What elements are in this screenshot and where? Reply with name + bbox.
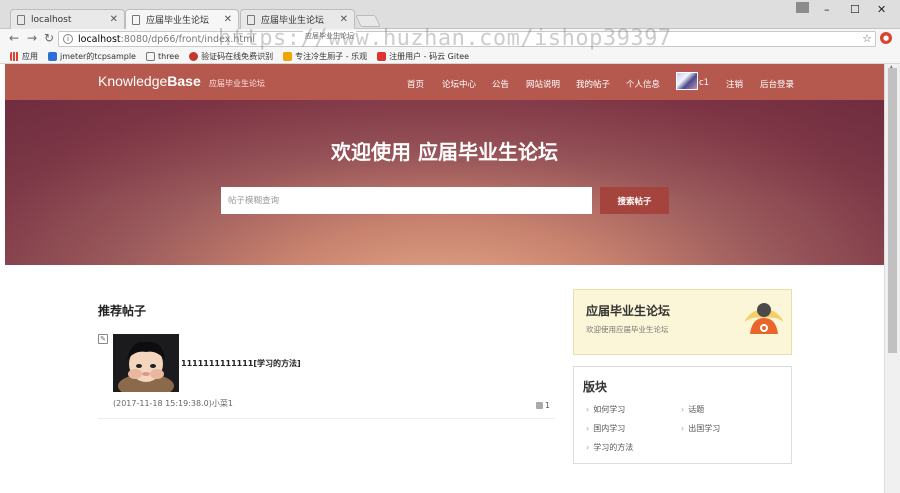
forum-card-title: 应届毕业生论坛 [586,304,671,318]
like-button[interactable]: 1 [536,401,550,410]
bookmark-three[interactable]: three [145,51,180,61]
new-tab-button[interactable] [355,15,381,27]
bookmark-jmeter[interactable]: jmeter的tcpsample [48,51,136,62]
boards-card: 版块 如何学习 话题 国内学习 出国学习 学习的方法 [573,366,792,464]
bookmarks-bar: 应用 jmeter的tcpsample three 验证码在线免费识别 专注冷生… [0,49,900,64]
minimize-icon[interactable]: – [824,3,830,16]
like-count: 1 [545,401,551,410]
site-icon [189,51,199,61]
brand-text: Knowledge [98,73,168,89]
edit-icon: ✎ [98,334,108,344]
profile-icon[interactable] [796,2,809,13]
gitee-icon [377,51,387,61]
shield-icon [48,51,57,61]
bookmark-label: three [157,51,180,61]
browser-tab-strip: localhost ✕ 应届毕业生论坛 ✕ 应届毕业生论坛 ✕ – ☐ ✕ [0,0,900,29]
bookmark-label: jmeter的tcpsample [60,51,136,61]
board-link[interactable]: 学习的方法 [586,442,633,453]
list-item[interactable]: ✎ 1111111111111[学习的方法] (2017-11-18 15:19… [98,329,555,419]
page-icon [247,14,255,25]
hero-banner [5,100,884,265]
close-icon[interactable]: ✕ [224,14,232,25]
nav-site-info[interactable]: 网站说明 [526,78,560,90]
tab-title: 应届毕业生论坛 [146,16,210,26]
forum-info-card: 应届毕业生论坛 欢迎使用应届毕业生论坛 [573,289,792,355]
bookmark-label: 验证码在线免费识别 [201,51,274,61]
nav-username[interactable]: c1 [699,78,709,88]
extension-icon[interactable]: ● [880,32,892,44]
back-icon[interactable]: ← [9,31,19,45]
tab-tooltip: 应届毕业生论坛 [303,31,356,41]
hand-icon [283,51,293,61]
bookmark-apps[interactable]: 应用 [10,51,38,62]
avatar[interactable] [676,72,698,90]
browser-toolbar: ← → ↻ i localhost:8080/dp66/front/index.… [0,29,900,49]
forward-icon[interactable]: → [27,31,37,45]
web-page: KnowledgeBase 应届毕业生论坛 首页 论坛中心 公告 网站说明 我的… [5,64,884,493]
nav-home[interactable]: 首页 [407,78,424,90]
board-link[interactable]: 出国学习 [681,423,720,434]
page-icon [132,14,140,25]
recommended-title: 推荐帖子 [98,304,147,318]
browser-tab-forum-active[interactable]: 应届毕业生论坛 ✕ [125,9,239,29]
tab-title: 应届毕业生论坛 [261,16,325,26]
thumb-up-icon [536,402,543,409]
page-icon [145,51,155,61]
apps-grid-icon [10,51,19,61]
close-icon[interactable]: ✕ [110,14,118,25]
close-window-icon[interactable]: ✕ [877,3,886,16]
page-icon [17,14,25,25]
user-icon [744,303,784,334]
tab-title: localhost [31,14,72,25]
nav-logout[interactable]: 注销 [726,78,743,90]
search-input[interactable] [221,187,592,214]
post-title[interactable]: 1111111111111[学习的方法] [181,358,301,369]
site-logo[interactable]: KnowledgeBase [98,73,201,89]
post-meta: (2017-11-18 15:19:38.0)小菜1 [113,399,233,408]
cartoon-boy-icon [113,334,179,392]
hero-title: 欢迎使用 应届毕业生论坛 [331,140,558,164]
board-link[interactable]: 国内学习 [586,423,625,434]
browser-tab-forum[interactable]: 应届毕业生论坛 ✕ [240,9,355,29]
bookmark-captcha[interactable]: 验证码在线免费识别 [189,51,273,62]
nav-announcement[interactable]: 公告 [492,78,509,90]
address-bar[interactable]: i localhost:8080/dp66/front/index.html ☆ [58,31,876,47]
bookmark-gitee[interactable]: 注册用户 - 码云 Gitee [377,51,469,62]
star-icon[interactable]: ☆ [862,32,872,45]
url-path: :8080/dp66/front/index.html [120,33,256,45]
nav-forum-center[interactable]: 论坛中心 [442,78,476,90]
post-thumbnail[interactable] [113,334,179,392]
brand-subtitle: 应届毕业生论坛 [209,79,265,88]
reload-icon[interactable]: ↻ [44,31,54,45]
info-icon[interactable]: i [63,34,73,44]
scroll-thumb[interactable] [888,68,897,353]
nav-my-posts[interactable]: 我的帖子 [576,78,610,90]
boards-title: 版块 [583,380,608,394]
nav-admin-login[interactable]: 后台登录 [760,78,794,90]
bookmark-label: 专注冷生厕子 - 乐观 [295,51,368,61]
close-icon[interactable]: ✕ [340,14,348,25]
forum-card-subtitle: 欢迎使用应届毕业生论坛 [586,325,669,334]
board-link[interactable]: 如何学习 [586,404,625,415]
maximize-icon[interactable]: ☐ [850,3,860,16]
url-host: localhost [78,33,121,45]
bookmark-label: 应用 [22,51,38,61]
site-navbar: KnowledgeBase 应届毕业生论坛 首页 论坛中心 公告 网站说明 我的… [5,64,884,100]
search-button[interactable]: 搜索帖子 [600,187,669,214]
page-scrollbar[interactable]: ▲ [884,64,900,493]
nav-profile[interactable]: 个人信息 [626,78,660,90]
board-link[interactable]: 话题 [681,404,704,415]
bookmark-blog[interactable]: 专注冷生厕子 - 乐观 [283,51,367,62]
brand-bold-text: Base [167,73,201,89]
browser-tab-localhost[interactable]: localhost ✕ [10,9,125,29]
bookmark-label: 注册用户 - 码云 Gitee [389,51,470,61]
